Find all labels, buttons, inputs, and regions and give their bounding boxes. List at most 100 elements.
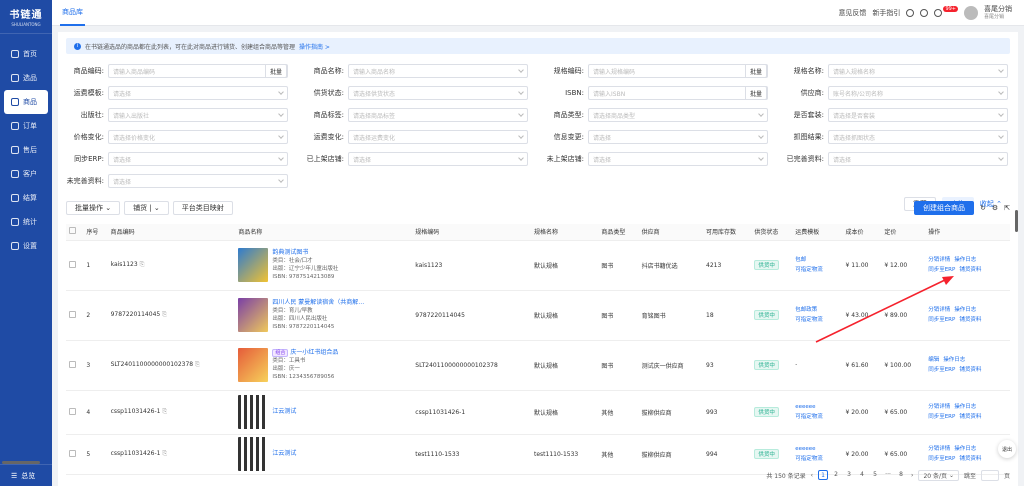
product-name-link[interactable]: 四川人民 蒙曼解读宿舍（共商解… xyxy=(272,299,364,306)
shipping-template-link[interactable]: eeeeee xyxy=(795,404,815,410)
copy-icon[interactable]: ⎘ xyxy=(138,261,145,268)
prev-page-button[interactable]: ‹ xyxy=(811,472,813,479)
shipping-template-link[interactable]: 包邮政策 xyxy=(795,307,817,313)
copy-icon[interactable]: ⎘ xyxy=(160,408,167,415)
distribute-button[interactable]: 铺货 | ⌄ xyxy=(124,201,169,215)
help-icon[interactable] xyxy=(906,9,915,17)
action-link[interactable]: 分销详情 xyxy=(928,446,950,452)
filter-input[interactable]: 请选择抓图状态 xyxy=(828,130,1008,144)
filter-input[interactable]: 请输入出版社 xyxy=(108,108,288,122)
avatar[interactable] xyxy=(964,6,978,20)
action-link[interactable]: 操作日志 xyxy=(954,446,976,452)
action-link[interactable]: 同步至ERP xyxy=(928,414,955,420)
page-button[interactable]: 1 xyxy=(818,470,829,480)
product-name-link[interactable]: 江云测试 xyxy=(272,408,296,415)
logistics-link[interactable]: 可指定物流 xyxy=(795,414,823,420)
batch-input-button[interactable]: 批量 xyxy=(264,64,287,78)
batch-input-button[interactable]: 批量 xyxy=(744,86,767,100)
filter-input[interactable]: 请选择是否套装 xyxy=(828,108,1008,122)
row-checkbox[interactable] xyxy=(69,310,76,318)
tab-product-library[interactable]: 商品库 xyxy=(60,0,85,26)
product-thumbnail[interactable] xyxy=(238,298,269,332)
product-name-link[interactable]: 韵典测试图书 xyxy=(272,249,308,256)
table-row[interactable]: 3 SLT2401100000000102378 ⎘ 组合 庆一小红书组合品 类目：工具… xyxy=(66,340,1010,391)
product-thumbnail[interactable] xyxy=(238,395,269,429)
headset-icon[interactable] xyxy=(920,9,929,17)
row-checkbox[interactable] xyxy=(69,260,76,268)
filter-input[interactable]: 请选择 xyxy=(108,86,288,100)
filter-input[interactable]: 请输入商品名称 xyxy=(348,64,528,78)
sidebar-item-home[interactable]: 首页 xyxy=(0,42,52,66)
batch-ops-button[interactable]: 批量操作 ⌄ xyxy=(66,201,121,215)
floating-exit-button[interactable]: 退出 xyxy=(998,440,1016,458)
page-button[interactable]: 5 xyxy=(870,470,880,480)
filter-input[interactable]: 请输入ISBN 批量 xyxy=(588,86,768,100)
gear-icon[interactable]: ⚙ xyxy=(992,204,998,212)
sidebar-item-selection[interactable]: 选品 xyxy=(0,66,52,90)
filter-input[interactable]: 请选择运费变化 xyxy=(348,130,528,144)
filter-input[interactable]: 请选择 xyxy=(108,152,288,166)
product-thumbnail[interactable] xyxy=(238,248,269,282)
copy-icon[interactable]: ⎘ xyxy=(160,311,167,318)
sidebar-item-aftersale[interactable]: 售后 xyxy=(0,138,52,162)
copy-icon[interactable]: ⎘ xyxy=(160,450,167,457)
sidebar-item-settings[interactable]: 设置 xyxy=(0,234,52,258)
action-link[interactable]: 分销详情 xyxy=(928,404,950,410)
filter-input[interactable]: 请选择价格变化 xyxy=(108,130,288,144)
copy-icon[interactable]: ⎘ xyxy=(193,361,200,368)
table-row[interactable]: 2 9787220114045 ⎘ 四川人民 蒙曼解读宿舍（共商解… 类目：育儿/早教… xyxy=(66,290,1010,341)
page-size-select[interactable]: 20 条/页 ⌄ xyxy=(918,469,959,481)
refresh-icon[interactable]: ↻ xyxy=(980,204,986,212)
sidebar-item-products[interactable]: 商品 xyxy=(4,90,48,114)
batch-input-button[interactable]: 批量 xyxy=(744,64,767,78)
logistics-link[interactable]: 可指定物流 xyxy=(795,267,823,273)
row-checkbox[interactable] xyxy=(69,407,76,415)
action-link[interactable]: 操作日志 xyxy=(954,404,976,410)
row-checkbox[interactable] xyxy=(69,449,76,457)
action-link[interactable]: 编辑 xyxy=(928,357,939,363)
product-name-link[interactable]: 庆一小红书组合品 xyxy=(290,349,338,356)
filter-input[interactable]: 请选择 xyxy=(588,130,768,144)
sidebar-item-settlement[interactable]: 结算 xyxy=(0,186,52,210)
product-name-link[interactable]: 江云测试 xyxy=(272,450,296,457)
app-logo[interactable]: 书链通 SHULIANTONG xyxy=(0,0,52,34)
logistics-link[interactable]: 可指定物流 xyxy=(795,456,823,462)
action-link[interactable]: 铺货资料 xyxy=(959,317,981,323)
action-link[interactable]: 同步至ERP xyxy=(928,367,955,373)
filter-input[interactable]: 请选择商品标签 xyxy=(348,108,528,122)
action-link[interactable]: 同步至ERP xyxy=(928,317,955,323)
vertical-scrollbar[interactable] xyxy=(1015,210,1018,232)
category-mapping-button[interactable]: 平台类目映射 xyxy=(172,201,233,215)
sidebar-item-orders[interactable]: 订单 xyxy=(0,114,52,138)
page-button[interactable]: 8 xyxy=(896,470,906,480)
product-thumbnail[interactable] xyxy=(238,437,269,471)
filter-input[interactable]: 请选择商品类型 xyxy=(588,108,768,122)
sidebar-item-customers[interactable]: 客户 xyxy=(0,162,52,186)
filter-input[interactable]: 请选择 xyxy=(828,152,1008,166)
action-link[interactable]: 铺货资料 xyxy=(959,456,981,462)
filter-input[interactable]: 账号名称/公司名称 xyxy=(828,86,1008,100)
filter-input[interactable]: 请选择 xyxy=(588,152,768,166)
filter-input[interactable]: 请选择 xyxy=(108,174,288,188)
create-bundle-button[interactable]: 创建组合商品 xyxy=(913,201,974,215)
page-button[interactable]: 2 xyxy=(831,470,841,480)
user-info[interactable]: 喜尾分销 喜尾分销 xyxy=(984,5,1012,21)
shipping-template-link[interactable]: eeeeee xyxy=(795,446,815,452)
page-button[interactable]: 4 xyxy=(857,470,867,480)
guide-link[interactable]: 新手指引 xyxy=(872,8,900,18)
action-link[interactable]: 铺货资料 xyxy=(959,367,981,373)
logistics-link[interactable]: 可指定物流 xyxy=(795,317,823,323)
shipping-template-link[interactable]: - xyxy=(795,362,797,368)
feedback-link[interactable]: 意见反馈 xyxy=(838,8,866,18)
select-all-checkbox[interactable] xyxy=(69,227,76,235)
action-link[interactable]: 铺货资料 xyxy=(959,267,981,273)
page-button[interactable]: ··· xyxy=(883,470,893,480)
action-link[interactable]: 操作日志 xyxy=(954,307,976,313)
filter-input[interactable]: 请选择 xyxy=(348,152,528,166)
horizontal-scrollbar[interactable] xyxy=(2,461,40,464)
sidebar-item-stats[interactable]: 统计 xyxy=(0,210,52,234)
goto-page-input[interactable] xyxy=(980,469,999,481)
action-link[interactable]: 操作日志 xyxy=(954,257,976,263)
next-page-button[interactable]: › xyxy=(911,472,913,479)
action-link[interactable]: 铺货资料 xyxy=(959,414,981,420)
